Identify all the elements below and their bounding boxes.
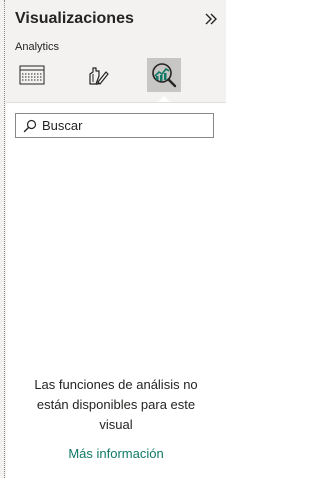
tab-analytics[interactable]	[147, 58, 181, 92]
message-line: visual	[99, 417, 133, 432]
search-box[interactable]	[15, 113, 214, 138]
collapse-pane-button[interactable]	[202, 10, 220, 28]
visualizations-pane: Visualizaciones Analytics Buscar Las fun…	[0, 0, 226, 478]
table-grid-icon	[19, 65, 45, 85]
pane-tabs	[6, 56, 226, 102]
pane-left-border[interactable]	[4, 0, 5, 478]
tab-build-visual[interactable]	[15, 58, 49, 92]
analytics-unavailable-message: Las funciones de análisis no están dispo…	[6, 375, 226, 435]
pane-header: Visualizaciones Analytics	[6, 0, 226, 103]
paintbrush-icon	[89, 67, 109, 85]
double-chevron-right-icon	[205, 13, 217, 25]
pane-title: Visualizaciones	[15, 10, 134, 27]
more-info-link[interactable]: Más información	[6, 446, 226, 461]
pane-body: Visualizaciones Analytics Buscar Las fun…	[6, 0, 226, 478]
section-label: Analytics	[15, 41, 60, 53]
analytics-magnifier-icon	[152, 63, 177, 88]
search-input[interactable]	[39, 118, 202, 133]
message-line: están disponibles para este	[36, 397, 196, 412]
tab-format[interactable]	[80, 58, 114, 92]
active-tab-indicator	[158, 96, 170, 102]
search-icon	[21, 119, 39, 133]
message-line: Las funciones de análisis no	[34, 377, 198, 392]
